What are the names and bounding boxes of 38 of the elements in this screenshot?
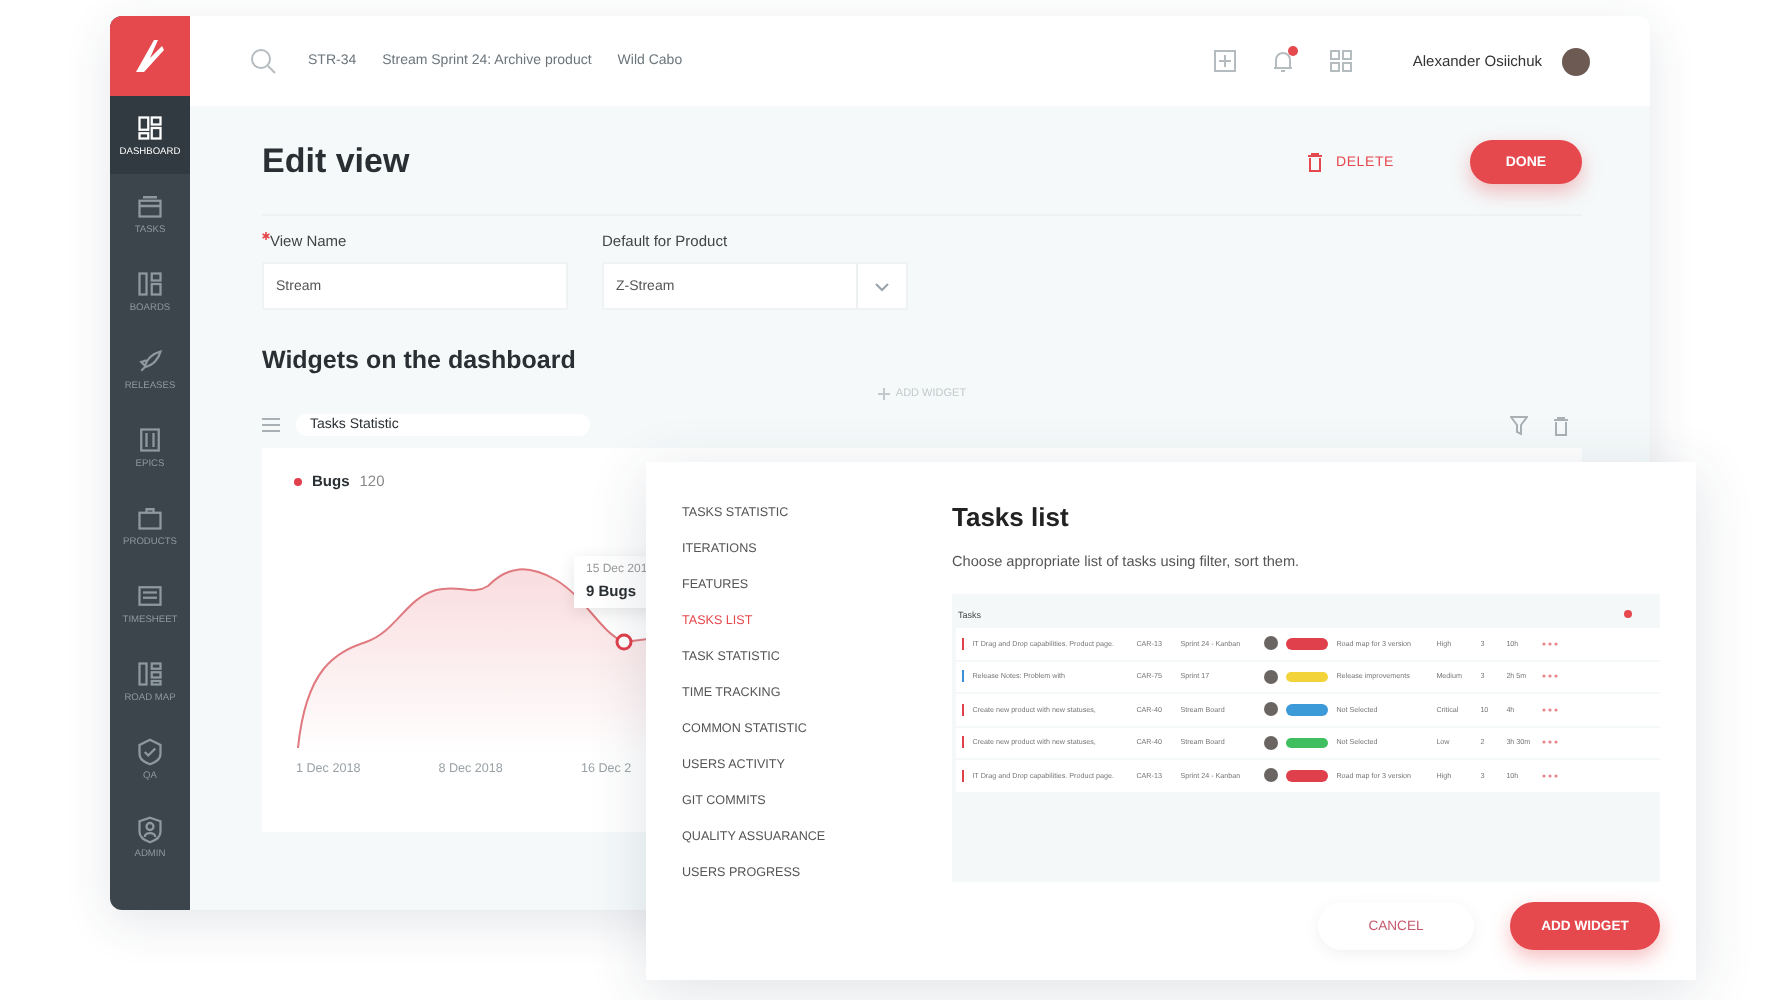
more-icon[interactable] (1542, 641, 1559, 646)
assignee-avatar (1264, 768, 1279, 783)
trash-icon (1305, 152, 1324, 172)
more-icon[interactable] (1542, 674, 1559, 679)
assignee-avatar (1264, 669, 1279, 684)
more-icon[interactable] (1542, 740, 1559, 745)
search-icon[interactable] (250, 48, 276, 74)
assignee-avatar (1264, 735, 1279, 750)
sidebar-item-icon (136, 113, 164, 141)
drag-handle-icon[interactable] (262, 418, 280, 432)
more-icon[interactable] (1542, 773, 1559, 778)
sidebar-item-icon (136, 347, 164, 375)
assignee-avatar (1264, 636, 1279, 651)
app-logo-icon[interactable] (110, 16, 190, 96)
sidebar-item-icon (136, 815, 164, 843)
sidebar-item-icon (136, 581, 164, 609)
chevron-down-icon (874, 281, 890, 291)
trash-icon (1552, 415, 1570, 435)
add-icon[interactable] (1214, 50, 1237, 72)
sidebar-item-icon (136, 503, 164, 531)
legend-dot-icon (294, 477, 302, 485)
assignee-avatar (1264, 702, 1279, 717)
filter-icon[interactable] (1510, 415, 1528, 435)
page-title: Edit view (262, 142, 410, 182)
delete-widget-button[interactable] (1552, 415, 1570, 435)
bell-icon[interactable] (1272, 49, 1295, 73)
plus-icon (877, 388, 890, 400)
notification-dot (1624, 610, 1632, 618)
section-heading: Widgets on the dashboard (262, 346, 578, 374)
sidebar-item-icon (136, 737, 164, 765)
sidebar-item-icon (136, 191, 164, 219)
user-avatar[interactable] (1562, 47, 1590, 75)
sidebar-item-icon (136, 425, 164, 453)
modal-title: Tasks list (952, 502, 1071, 532)
sidebar-item-icon (136, 269, 164, 297)
more-icon[interactable] (1542, 707, 1559, 712)
sidebar-item-icon (136, 659, 164, 687)
grid-icon[interactable] (1330, 50, 1353, 72)
